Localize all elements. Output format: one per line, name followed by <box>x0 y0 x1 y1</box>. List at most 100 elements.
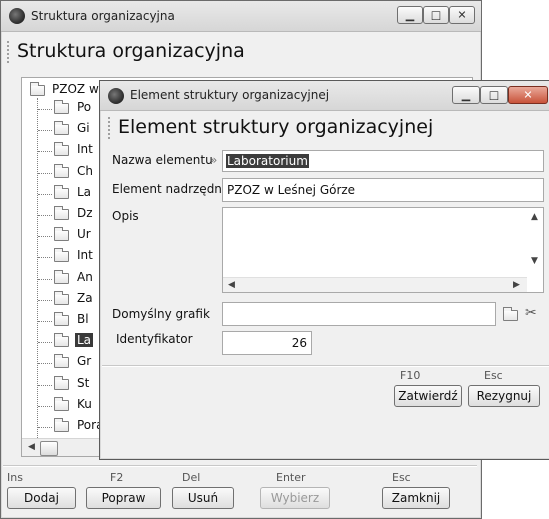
folder-icon <box>54 269 69 284</box>
scroll-up-icon[interactable]: ▲ <box>527 210 542 225</box>
tree-item-label: Po <box>77 100 92 114</box>
dialog-window-title: Element struktury organizacyjnej <box>130 88 330 102</box>
dialog-page-title: Element struktury organizacyjnej <box>118 116 434 138</box>
folder-icon <box>54 290 69 305</box>
header-grip <box>108 117 113 139</box>
tree-item-label: Gr <box>77 354 92 369</box>
tree-item-label: An <box>77 269 93 284</box>
tree-connector <box>38 405 52 407</box>
maximize-icon[interactable]: □ <box>480 86 508 104</box>
shortcut-key-label: F2 <box>110 471 124 484</box>
cancel-button[interactable]: Rezygnuj <box>468 385 540 407</box>
dialog-separator <box>102 365 549 367</box>
folder-icon <box>54 248 69 263</box>
tree-connector <box>38 278 52 280</box>
description-hscroll[interactable]: ◀ ▶ <box>223 277 527 292</box>
tree-item-label: St <box>77 375 90 390</box>
tree-root-label: PZOZ w <box>52 82 99 96</box>
shortcut-key-label: Enter <box>276 471 306 484</box>
header-grip <box>7 41 12 63</box>
tree-item-label: La <box>77 184 92 199</box>
tree-connector <box>38 236 52 238</box>
scroll-right-icon[interactable]: ▶ <box>509 278 524 292</box>
scroll-left-icon[interactable]: ◀ <box>24 440 39 455</box>
folder-open-icon[interactable] <box>503 307 518 321</box>
folder-icon <box>54 227 69 242</box>
confirm-button[interactable]: Zatwierdź <box>394 385 462 407</box>
tree-item-label: Bl <box>77 312 89 326</box>
tree-connector <box>38 321 52 322</box>
minimize-icon[interactable]: ▁ <box>452 86 480 104</box>
tree-connector <box>38 427 52 428</box>
maximize-icon[interactable]: □ <box>423 6 449 24</box>
shortcut-key-label: Del <box>182 471 201 484</box>
folder-icon <box>54 142 69 157</box>
tree-connector <box>38 342 52 344</box>
tree-item-label: Int <box>77 248 93 263</box>
close-icon[interactable]: ✕ <box>508 86 548 104</box>
shortcut-key-label: Esc <box>392 471 411 484</box>
shortcut-key-label: F10 <box>400 369 421 382</box>
dialog-titlebar[interactable]: Element struktury organizacyjnej ▁ □ ✕ <box>100 81 549 111</box>
button-4[interactable]: Wybierz <box>260 487 330 509</box>
parent-input[interactable]: PZOZ w Leśnej Górze <box>222 178 544 202</box>
tree-item-label: Za <box>77 290 93 305</box>
button-1[interactable]: Dodaj <box>7 487 76 509</box>
folder-icon <box>54 375 69 390</box>
folder-icon <box>54 163 69 178</box>
scroll-down-icon[interactable]: ▼ <box>527 254 542 269</box>
parent-value: PZOZ w Leśnej Górze <box>227 183 356 197</box>
app-icon <box>108 88 124 104</box>
main-titlebar[interactable]: Struktura organizacyjna ▁ □ ✕ <box>1 1 481 32</box>
parent-label: Element nadrzędny <box>112 182 230 196</box>
name-label: Nazwa elementu <box>112 153 213 167</box>
scissors-icon[interactable]: ✂ <box>525 305 537 321</box>
button-5[interactable]: Zamknij <box>382 487 450 509</box>
main-page-title: Struktura organizacyjna <box>17 40 245 62</box>
schedule-input[interactable] <box>222 302 496 326</box>
folder-icon <box>54 312 69 326</box>
tree-item-label: Ch <box>77 163 93 178</box>
shortcut-key-label: Esc <box>484 369 503 382</box>
tree-connector <box>38 109 52 110</box>
id-label: Identyfikator <box>116 332 193 346</box>
tree-connector <box>38 215 52 216</box>
tree-connector <box>38 172 52 174</box>
minimize-icon[interactable]: ▁ <box>397 6 423 24</box>
schedule-label: Domyślny grafik <box>112 307 210 321</box>
tree-item-label: Gi <box>77 121 90 136</box>
scroll-left-icon[interactable]: ◀ <box>224 278 239 292</box>
element-dialog: Element struktury organizacyjnej ▁ □ ✕ E… <box>99 80 549 460</box>
folder-icon <box>54 121 69 136</box>
tree-connector <box>38 363 52 365</box>
name-input[interactable]: Laboratorium <box>222 150 544 172</box>
folder-icon <box>30 82 45 96</box>
tree-connector <box>38 257 52 259</box>
tree-item-label: Dz <box>77 206 93 220</box>
tree-connector <box>38 151 52 153</box>
folder-icon <box>54 396 69 411</box>
folder-icon <box>54 206 69 220</box>
scroll-thumb[interactable] <box>40 441 58 456</box>
tree-item-label: Ku <box>77 396 92 411</box>
button-2[interactable]: Popraw <box>86 487 161 509</box>
tree-connector <box>37 98 38 440</box>
shortcut-key-label: Ins <box>7 471 23 484</box>
close-icon[interactable]: ✕ <box>449 6 475 24</box>
button-3[interactable]: Usuń <box>172 487 234 509</box>
description-textarea[interactable]: ▲ ▼ ◀ ▶ <box>222 207 544 293</box>
id-value: 26 <box>291 336 307 350</box>
tree-item-label: Ur <box>77 227 91 242</box>
folder-icon <box>54 354 69 369</box>
name-value: Laboratorium <box>226 154 309 168</box>
folder-icon <box>54 184 69 199</box>
tree-item-label: Int <box>77 142 93 157</box>
folder-icon <box>54 418 69 432</box>
app-icon <box>9 8 25 24</box>
id-input: 26 <box>222 331 312 355</box>
name-required-marker: » <box>210 153 218 167</box>
folder-icon <box>54 100 69 114</box>
tree-connector <box>38 193 52 195</box>
description-label: Opis <box>112 209 139 223</box>
tree-connector <box>38 130 52 132</box>
